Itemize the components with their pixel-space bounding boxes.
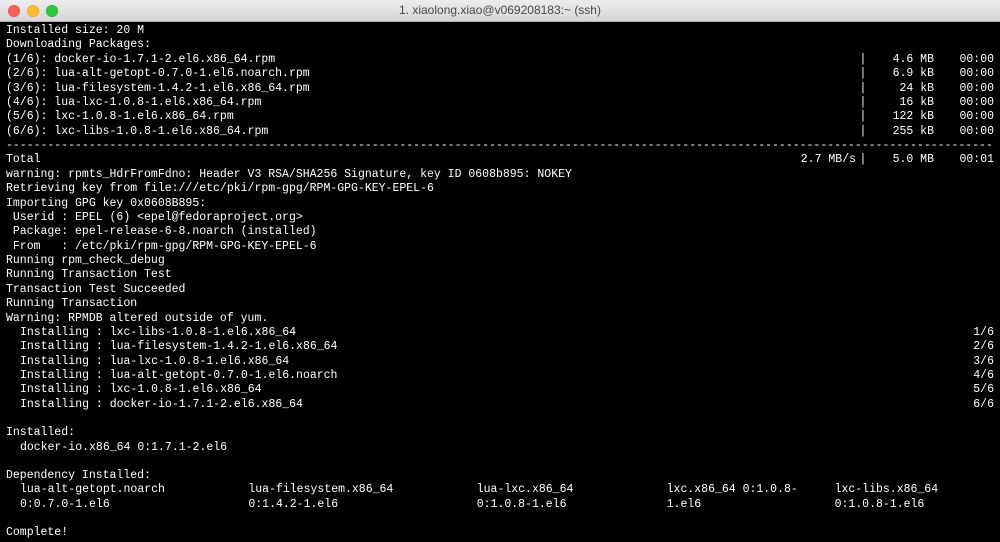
pipe-separator: | — [856, 153, 870, 167]
install-row: Installing : lxc-libs-1.0.8-1.el6.x86_64… — [6, 326, 994, 340]
download-label: (3/6): lua-filesystem-1.4.2-1.el6.x86_64… — [6, 82, 856, 96]
install-row: Installing : lua-alt-getopt-0.7.0-1.el6.… — [6, 369, 994, 383]
msg-line: From : /etc/pki/rpm-gpg/RPM-GPG-KEY-EPEL… — [6, 240, 994, 254]
pipe-separator: | — [856, 53, 870, 67]
download-size: 4.6 MB — [870, 53, 938, 67]
download-size: 255 kB — [870, 125, 938, 139]
install-pkg: Installing : lxc-1.0.8-1.el6.x86_64 — [6, 383, 973, 397]
download-label: (6/6): lxc-libs-1.0.8-1.el6.x86_64.rpm — [6, 125, 856, 139]
download-size: 122 kB — [870, 110, 938, 124]
msg-line: Userid : EPEL (6) <epel@fedoraproject.or… — [6, 211, 994, 225]
install-count: 1/6 — [973, 326, 994, 340]
install-count: 5/6 — [973, 383, 994, 397]
download-size: 16 kB — [870, 96, 938, 110]
msg-line: Running Transaction Test — [6, 268, 994, 282]
download-row: (5/6): lxc-1.0.8-1.el6.x86_64.rpm | 122 … — [6, 110, 994, 124]
install-row: Installing : lua-filesystem-1.4.2-1.el6.… — [6, 340, 994, 354]
download-size: 24 kB — [870, 82, 938, 96]
pipe-separator: | — [856, 125, 870, 139]
terminal[interactable]: Installed size: 20 M Downloading Package… — [0, 22, 1000, 542]
total-time: 00:01 — [938, 153, 994, 167]
download-label: (4/6): lua-lxc-1.0.8-1.el6.x86_64.rpm — [6, 96, 856, 110]
installed-header: Installed: — [6, 426, 994, 440]
dep-item: lua-lxc.x86_64 0:1.0.8-1.el6 — [477, 483, 631, 512]
downloading-line: Downloading Packages: — [6, 38, 994, 52]
msg-line: warning: rpmts_HdrFromFdno: Header V3 RS… — [6, 168, 994, 182]
installed-size-line: Installed size: 20 M — [6, 24, 994, 38]
install-pkg: Installing : lxc-libs-1.0.8-1.el6.x86_64 — [6, 326, 973, 340]
dep-item: lua-filesystem.x86_64 0:1.4.2-1.el6 — [248, 483, 440, 512]
download-time: 00:00 — [938, 82, 994, 96]
install-pkg: Installing : lua-filesystem-1.4.2-1.el6.… — [6, 340, 973, 354]
msg-line: Transaction Test Succeeded — [6, 283, 994, 297]
download-time: 00:00 — [938, 110, 994, 124]
total-size: 5.0 MB — [870, 153, 938, 167]
pipe-separator: | — [856, 82, 870, 96]
download-row: (4/6): lua-lxc-1.0.8-1.el6.x86_64.rpm | … — [6, 96, 994, 110]
download-label: (2/6): lua-alt-getopt-0.7.0-1.el6.noarch… — [6, 67, 856, 81]
download-label: (1/6): docker-io-1.7.1-2.el6.x86_64.rpm — [6, 53, 856, 67]
install-count: 4/6 — [973, 369, 994, 383]
total-label: Total — [6, 153, 801, 167]
download-row: (1/6): docker-io-1.7.1-2.el6.x86_64.rpm … — [6, 53, 994, 67]
download-time: 00:00 — [938, 125, 994, 139]
download-time: 00:00 — [938, 67, 994, 81]
msg-line: Warning: RPMDB altered outside of yum. — [6, 312, 994, 326]
pipe-separator: | — [856, 110, 870, 124]
complete-line: Complete! — [6, 526, 994, 540]
dep-item: lxc-libs.x86_64 0:1.0.8-1.el6 — [835, 483, 994, 512]
total-rate: 2.7 MB/s — [801, 153, 856, 167]
installed-pkg: docker-io.x86_64 0:1.7.1-2.el6 — [6, 441, 994, 455]
download-row: (6/6): lxc-libs-1.0.8-1.el6.x86_64.rpm |… — [6, 125, 994, 139]
install-count: 6/6 — [973, 398, 994, 412]
install-count: 2/6 — [973, 340, 994, 354]
pipe-separator: | — [856, 96, 870, 110]
install-pkg: Installing : lua-lxc-1.0.8-1.el6.x86_64 — [6, 355, 973, 369]
msg-line: Package: epel-release-6-8.noarch (instal… — [6, 225, 994, 239]
install-row: Installing : docker-io-1.7.1-2.el6.x86_6… — [6, 398, 994, 412]
pipe-separator: | — [856, 67, 870, 81]
divider: ----------------------------------------… — [6, 139, 994, 153]
dep-item: lua-alt-getopt.noarch 0:0.7.0-1.el6 — [20, 483, 212, 512]
blank-line — [6, 412, 994, 426]
total-row: Total 2.7 MB/s | 5.0 MB 00:01 — [6, 153, 994, 167]
install-pkg: Installing : docker-io-1.7.1-2.el6.x86_6… — [6, 398, 973, 412]
dep-item: lxc.x86_64 0:1.0.8-1.el6 — [667, 483, 799, 512]
install-pkg: Installing : lua-alt-getopt-0.7.0-1.el6.… — [6, 369, 973, 383]
msg-line: Retrieving key from file:///etc/pki/rpm-… — [6, 182, 994, 196]
download-size: 6.9 kB — [870, 67, 938, 81]
blank-line — [6, 455, 994, 469]
install-row: Installing : lxc-1.0.8-1.el6.x86_64 5/6 — [6, 383, 994, 397]
download-time: 00:00 — [938, 53, 994, 67]
deps-list: lua-alt-getopt.noarch 0:0.7.0-1.el6 lua-… — [6, 483, 994, 512]
msg-line: Running Transaction — [6, 297, 994, 311]
download-label: (5/6): lxc-1.0.8-1.el6.x86_64.rpm — [6, 110, 856, 124]
msg-line: Running rpm_check_debug — [6, 254, 994, 268]
install-count: 3/6 — [973, 355, 994, 369]
install-row: Installing : lua-lxc-1.0.8-1.el6.x86_64 … — [6, 355, 994, 369]
window-title: 1. xiaolong.xiao@v069208183:~ (ssh) — [0, 3, 1000, 18]
window-titlebar: 1. xiaolong.xiao@v069208183:~ (ssh) — [0, 0, 1000, 22]
blank-line — [6, 512, 994, 526]
download-row: (3/6): lua-filesystem-1.4.2-1.el6.x86_64… — [6, 82, 994, 96]
deps-header: Dependency Installed: — [6, 469, 994, 483]
msg-line: Importing GPG key 0x0608B895: — [6, 197, 994, 211]
download-row: (2/6): lua-alt-getopt-0.7.0-1.el6.noarch… — [6, 67, 994, 81]
download-time: 00:00 — [938, 96, 994, 110]
